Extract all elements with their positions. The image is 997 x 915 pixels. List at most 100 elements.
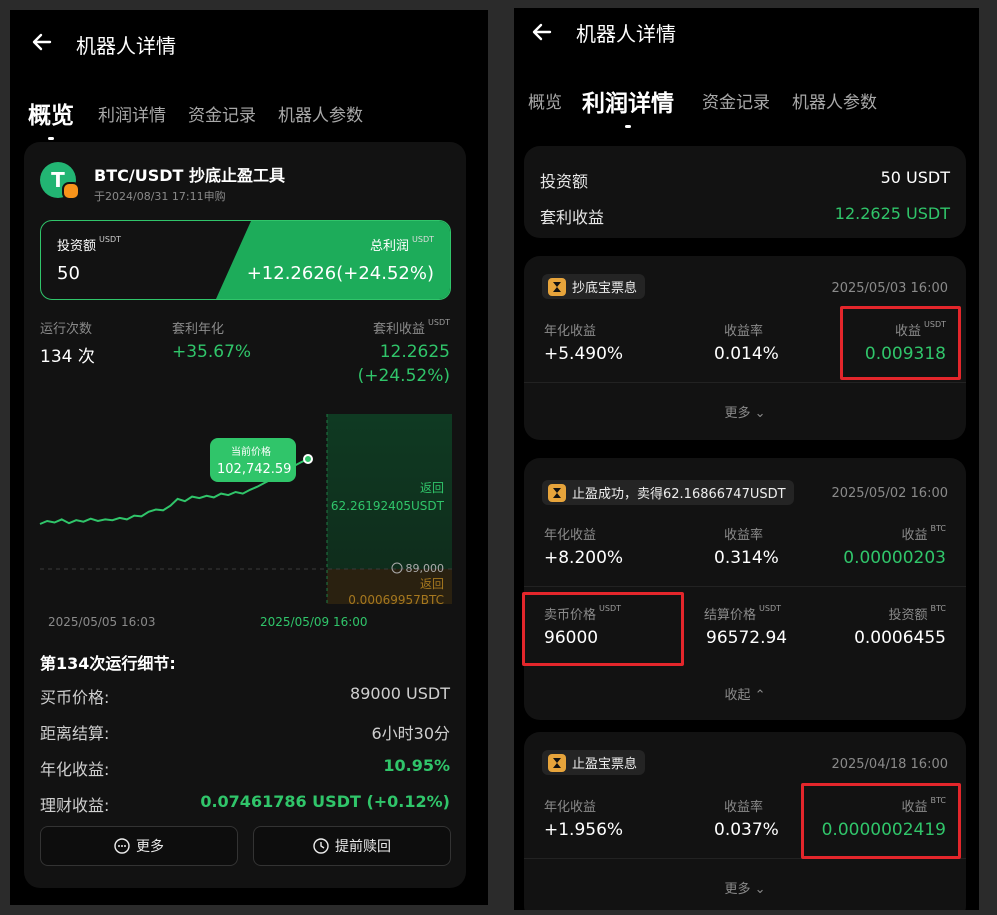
record-badge: 抄底宝票息 [542, 274, 646, 299]
expand-toggle[interactable]: 更多 ⌄ [524, 402, 966, 421]
tab-label: 利润详情 [98, 106, 166, 126]
record-badge: 止盈宝票息 [542, 750, 646, 775]
rate-label: 收益率 [724, 528, 764, 543]
active-indicator [48, 137, 54, 140]
detail-label: 年化收益: [40, 760, 110, 779]
record-date: 2025/05/03 16:00 [831, 281, 948, 296]
detail-label: 买币价格: [40, 688, 110, 707]
tab-label: 机器人参数 [278, 106, 363, 126]
badge-text: 止盈成功，卖得62.16866747USDT [572, 487, 786, 502]
detail-value: 6小时30分 [371, 724, 450, 743]
tab-profit[interactable]: 利润详情 [582, 84, 674, 128]
return2-value: 0.00069957BTC [348, 593, 444, 607]
profit-summary-card: 投资额 50 USDT 套利收益 12.2625 USDT [524, 146, 966, 238]
invest-label: 投资额 BTC [888, 604, 946, 623]
detail-value: 0.07461786 USDT (+0.12%) [200, 792, 450, 811]
x-start-label: 2025/05/05 16:03 [48, 615, 156, 629]
page-title: 机器人详情 [576, 22, 676, 46]
invest-label: 投资额 USDT [57, 235, 121, 254]
divider [524, 586, 966, 587]
rate-value: 0.314% [714, 548, 779, 568]
detail-label: 理财收益: [40, 796, 110, 815]
price-chart[interactable]: 当前价格 102,742.59 返回 62.26192405USDT 89,00… [24, 404, 466, 634]
header: 机器人详情 [514, 8, 979, 74]
profit-value: +12.2626(+24.52%) [246, 263, 434, 284]
tab-profit[interactable]: 利润详情 [98, 101, 166, 126]
invest-value: 50 [57, 263, 80, 284]
settle-label: 结算价格 USDT [704, 604, 781, 623]
annual-value: +5.490% [544, 344, 624, 364]
invest-label: 投资额 [540, 172, 589, 191]
highlight-box [801, 783, 961, 859]
product-name: BTC/USDT 抄底止盈工具 [94, 166, 285, 185]
detail-row: 理财收益: 0.07461786 USDT (+0.12%) [40, 788, 450, 824]
record-date: 2025/05/02 16:00 [831, 486, 948, 501]
tab-funds[interactable]: 资金记录 [702, 88, 770, 113]
tab-overview[interactable]: 概览 [528, 88, 562, 113]
product-subtitle: 于2024/08/31 17:11申购 [94, 190, 226, 203]
more-button[interactable]: 更多 [40, 826, 238, 866]
tab-params[interactable]: 机器人参数 [792, 88, 877, 113]
chevron-up-icon: ⌃ [754, 688, 766, 703]
chevron-down-icon: ⌄ [754, 406, 766, 421]
detail-value: 89000 USDT [350, 684, 450, 703]
summary-box: 投资额 USDT 50 总利润 USDT +12.2626(+24.52%) [40, 220, 451, 300]
badge-text: 抄底宝票息 [572, 281, 638, 296]
income-pct: (+24.52%) [357, 366, 450, 386]
tooltip-value: 102,742.59 [217, 462, 291, 477]
invest-value: 50 USDT [880, 168, 950, 187]
redeem-button-label: 提前赎回 [335, 839, 391, 855]
tab-overview[interactable]: 概览 [28, 96, 74, 140]
tab-funds[interactable]: 资金记录 [188, 101, 256, 126]
badge-text: 止盈宝票息 [572, 757, 638, 772]
invest-value: 0.0006455 [854, 628, 946, 648]
hourglass-icon [548, 277, 566, 296]
highlight-box [840, 306, 961, 380]
return-label: 返回 [420, 481, 444, 495]
settle-value: 96572.94 [706, 628, 788, 648]
buy-price-label: 89,000 [406, 562, 445, 575]
active-indicator [625, 125, 631, 128]
rate-label: 收益率 [724, 324, 764, 339]
detail-row: 距离结算: 6小时30分 [40, 716, 450, 752]
tab-label: 概览 [28, 103, 74, 129]
tab-label: 概览 [528, 93, 562, 113]
detail-row: 买币价格: 89000 USDT [40, 680, 450, 716]
header: 机器人详情 [10, 10, 488, 76]
more-button-label: 更多 [136, 839, 164, 855]
tab-label: 资金记录 [188, 106, 256, 126]
overview-card: T BTC/USDT 抄底止盈工具 于2024/08/31 17:11申购 投资… [24, 142, 466, 888]
annual-label: 年化收益 [544, 800, 597, 815]
back-arrow-icon[interactable] [530, 20, 554, 44]
left-screen: 机器人详情 概览 利润详情 资金记录 机器人参数 T BTC/USDT 抄底止盈… [10, 10, 488, 905]
more-icon [114, 838, 130, 854]
btc-coin-icon [62, 182, 80, 200]
usdt-coin-icon: T [40, 162, 80, 200]
rate-label: 收益率 [724, 800, 764, 815]
right-screen: 机器人详情 概览 利润详情 资金记录 机器人参数 投资额 50 USDT 套利收… [514, 8, 979, 910]
income-value: 12.2625 [379, 342, 450, 362]
detail-title: 第134次运行细节: [40, 654, 176, 673]
expand-toggle[interactable]: 更多 ⌄ [524, 878, 966, 897]
profit-label: 总利润 USDT [370, 235, 434, 254]
tab-label: 资金记录 [702, 93, 770, 113]
current-price-dot [303, 454, 313, 464]
x-end-label: 2025/05/09 16:00 [260, 615, 368, 629]
divider [524, 382, 966, 383]
return2-label: 返回 [420, 577, 444, 591]
redeem-button[interactable]: 提前赎回 [253, 826, 451, 866]
highlight-box [522, 592, 684, 666]
back-arrow-icon[interactable] [30, 30, 54, 54]
record-card[interactable]: 止盈成功，卖得62.16866747USDT 2025/05/02 16:00 … [524, 458, 966, 720]
annual-label: 年化收益 [544, 324, 597, 339]
income-label: 套利收益 USDT [373, 318, 450, 337]
runs-label: 运行次数 [40, 322, 93, 337]
annual-label: 年化收益 [544, 528, 597, 543]
detail-value: 10.95% [383, 756, 450, 775]
rate-value: 0.037% [714, 820, 779, 840]
tab-label: 机器人参数 [792, 93, 877, 113]
summary-green-shape [216, 221, 450, 299]
arb-value: 12.2625 USDT [834, 204, 950, 223]
collapse-toggle[interactable]: 收起 ⌃ [524, 684, 966, 703]
tab-params[interactable]: 机器人参数 [278, 101, 363, 126]
